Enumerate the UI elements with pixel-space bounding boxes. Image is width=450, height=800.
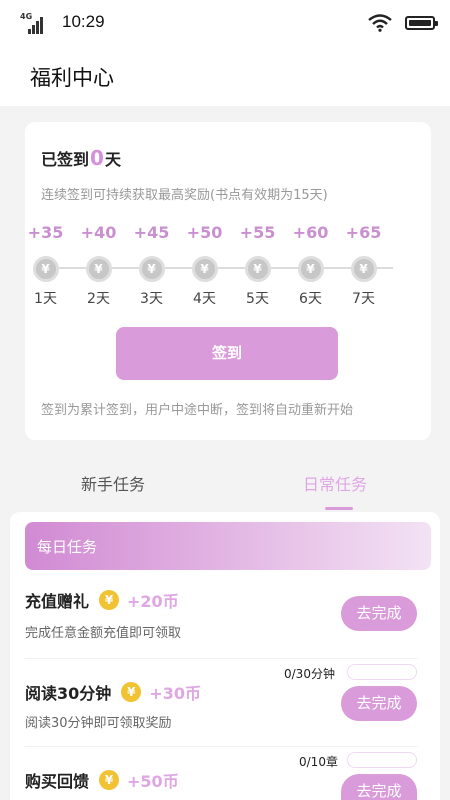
checkin-note: 签到为累计签到，用户中途中断，签到将自动重新开始 — [41, 403, 354, 418]
task-divider — [25, 658, 417, 659]
checkin-days-count: 0 — [90, 146, 104, 170]
reward-day-label: 3天 — [140, 291, 163, 307]
task-go-button[interactable]: 去完成 — [341, 596, 417, 631]
task-item-reading: 0/30分钟 阅读30分钟 ¥ +30币 阅读30分钟即可领取奖励 去完成 — [25, 662, 417, 742]
reward-points: +45 — [133, 223, 170, 242]
wifi-icon — [368, 14, 392, 32]
network-type: 4G — [20, 12, 33, 21]
reward-points: +55 — [239, 223, 276, 242]
task-go-button[interactable]: 去完成 — [341, 774, 417, 800]
checkin-subtitle: 连续签到可持续获取最高奖励(书点有效期为15天) — [41, 188, 328, 203]
gold-coin-icon: ¥ — [99, 590, 120, 610]
reward-points: +60 — [292, 223, 329, 242]
active-tab-indicator — [325, 507, 353, 510]
reward-points: +50 — [186, 223, 223, 242]
status-time: 10:29 — [62, 12, 105, 31]
gold-coin-icon: ¥ — [121, 682, 142, 702]
reward-day-label: 2天 — [87, 291, 110, 307]
tab-newbie-tasks[interactable]: 新手任务 — [81, 471, 145, 495]
task-progress-text: 0/30分钟 — [284, 667, 335, 681]
reward-day: +50 ¥ 4天 — [183, 222, 227, 308]
battery-icon — [405, 16, 438, 30]
task-progress-text: 0/10章 — [299, 755, 338, 769]
reward-day-label: 7天 — [352, 291, 375, 307]
checkin-suffix: 天 — [104, 150, 121, 169]
reward-day: +40 ¥ 2天 — [77, 222, 121, 308]
cellular-signal-icon: 4G — [20, 12, 46, 34]
coin-icon: ¥ — [191, 256, 218, 282]
reward-day: +45 ¥ 3天 — [130, 222, 174, 308]
status-bar: 4G 10:29 — [0, 0, 450, 48]
task-name-row: 购买回馈 ¥ +50币 — [25, 768, 179, 792]
task-tabs: 新手任务 日常任务 — [0, 455, 450, 511]
task-progress-bar — [347, 752, 417, 768]
reward-day-label: 1天 — [34, 291, 57, 307]
coin-icon: ¥ — [32, 256, 59, 282]
task-description: 阅读30分钟即可领取奖励 — [25, 716, 172, 731]
task-divider — [25, 746, 417, 747]
checkin-reward-track: +35 ¥ 1天 +40 ¥ 2天 +45 ¥ 3天 +50 ¥ 4天 +55 … — [28, 222, 393, 312]
task-name-row: 阅读30分钟 ¥ +30币 — [25, 680, 201, 704]
tab-daily-tasks[interactable]: 日常任务 — [303, 471, 367, 495]
task-progress-bar — [347, 664, 417, 680]
reward-points: +40 — [80, 223, 117, 242]
reward-day: +60 ¥ 6天 — [289, 222, 333, 308]
coin-icon: ¥ — [138, 256, 165, 282]
gold-coin-icon: ¥ — [99, 770, 120, 790]
task-reward: +30币 — [149, 684, 201, 703]
task-go-button[interactable]: 去完成 — [341, 686, 417, 721]
reward-day-label: 6天 — [299, 291, 322, 307]
reward-day-label: 5天 — [246, 291, 269, 307]
task-reward: +50币 — [127, 772, 179, 791]
checkin-button[interactable]: 签到 — [116, 327, 338, 380]
task-item-purchase: 0/10章 购买回馈 ¥ +50币 去完成 — [25, 750, 417, 800]
task-name-row: 充值赠礼 ¥ +20币 — [25, 588, 179, 612]
page-header: 福利中心 — [0, 48, 450, 106]
checkin-card: 已签到 0 天 连续签到可持续获取最高奖励(书点有效期为15天) +35 ¥ 1… — [25, 122, 431, 440]
checkin-status: 已签到 0 天 — [41, 146, 121, 170]
reward-points: +35 — [27, 223, 64, 242]
task-reward: +20币 — [127, 592, 179, 611]
reward-points: +65 — [345, 223, 382, 242]
reward-day: +35 ¥ 1天 — [24, 222, 68, 308]
coin-icon: ¥ — [244, 256, 271, 282]
task-name: 阅读30分钟 — [25, 684, 112, 703]
daily-task-title: 每日任务 — [37, 538, 98, 556]
reward-day-label: 4天 — [193, 291, 216, 307]
reward-day: +65 ¥ 7天 — [342, 222, 386, 308]
task-description: 完成任意金额充值即可领取 — [25, 626, 182, 641]
task-name: 充值赠礼 — [25, 592, 90, 611]
coin-icon: ¥ — [350, 256, 377, 282]
checkin-prefix: 已签到 — [41, 150, 90, 169]
task-item-recharge: 充值赠礼 ¥ +20币 完成任意金额充值即可领取 去完成 — [25, 586, 417, 646]
daily-task-header: 每日任务 — [25, 522, 431, 570]
coin-icon: ¥ — [297, 256, 324, 282]
reward-day: +55 ¥ 5天 — [236, 222, 280, 308]
coin-icon: ¥ — [85, 256, 112, 282]
page-title: 福利中心 — [30, 66, 114, 90]
task-name: 购买回馈 — [25, 772, 90, 791]
